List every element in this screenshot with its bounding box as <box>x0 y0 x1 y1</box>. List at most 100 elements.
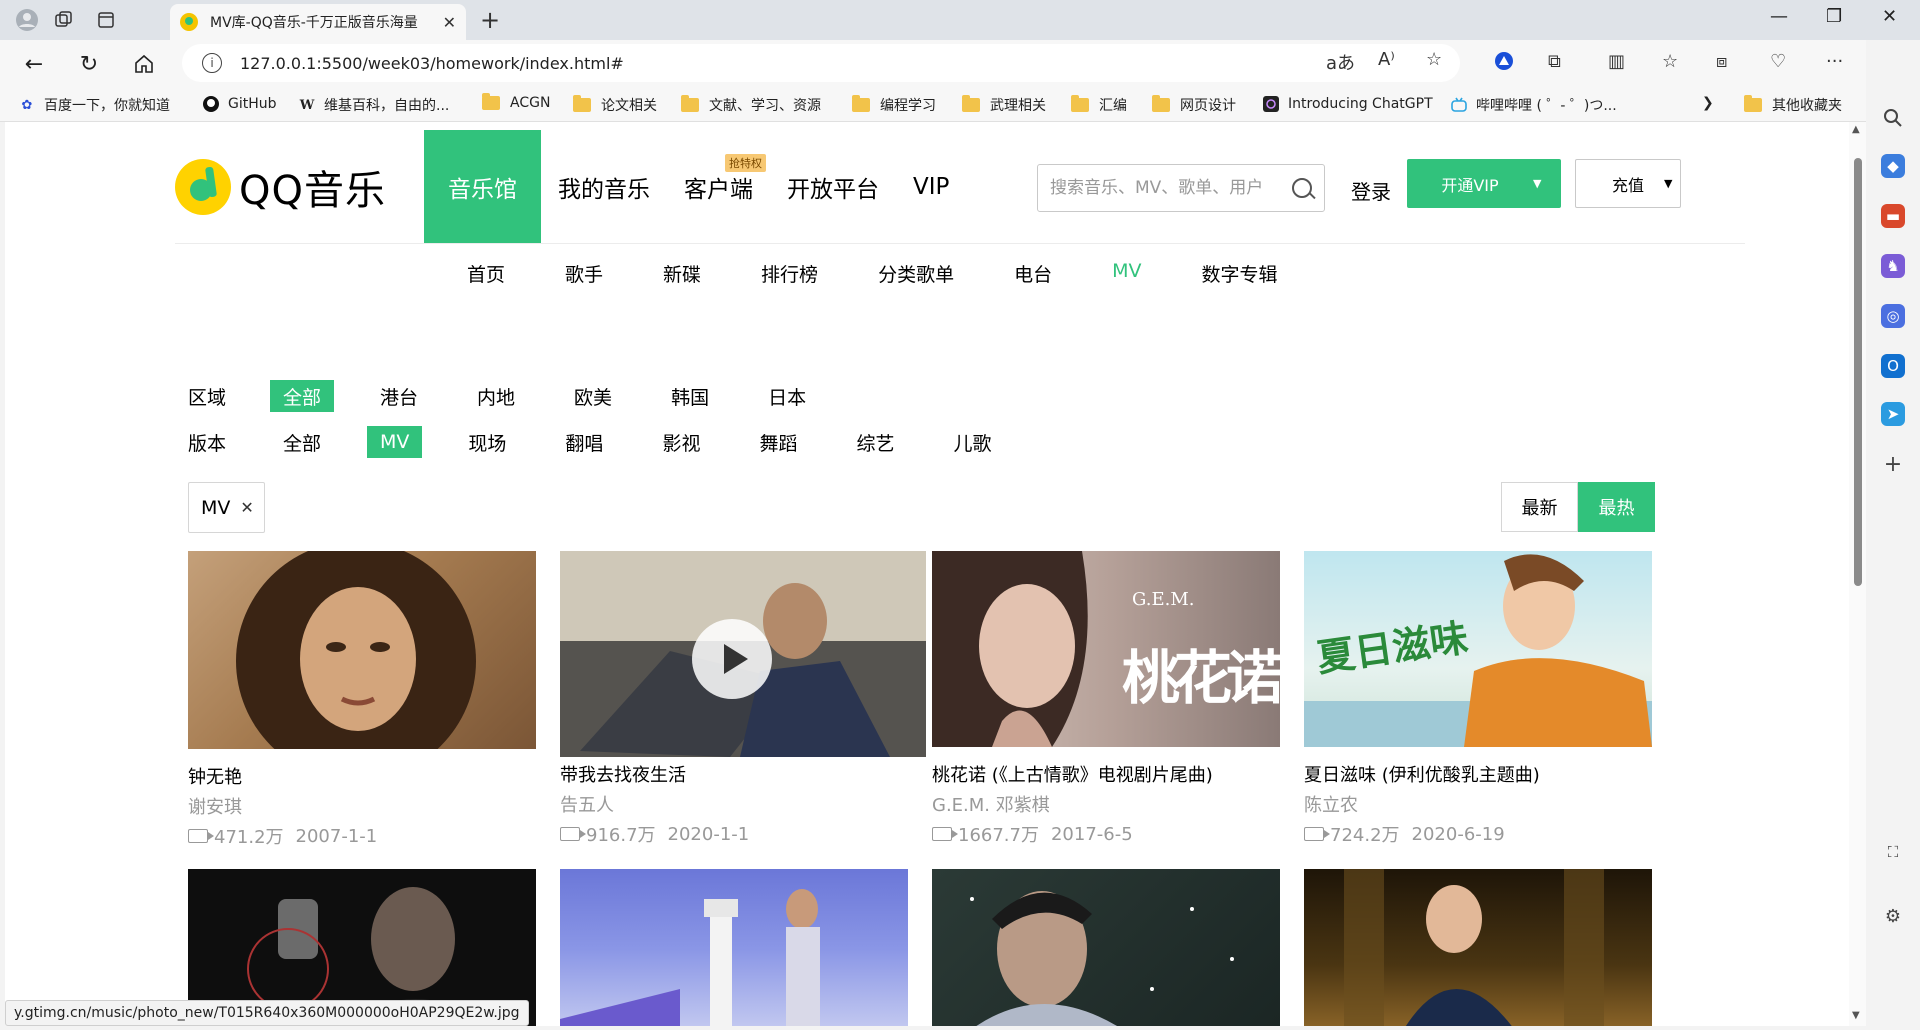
sub-nav-charts[interactable]: 排行榜 <box>761 260 818 287</box>
bookmark-other-favorites[interactable]: 其他收藏夹 <box>1744 95 1842 115</box>
play-icon[interactable] <box>692 619 772 699</box>
qq-music-logo[interactable]: QQ音乐 <box>175 158 386 216</box>
browser-essentials-icon[interactable]: ♡ <box>1770 51 1786 72</box>
bookmark-folder-papers[interactable]: 论文相关 <box>573 95 657 115</box>
scroll-down-icon[interactable]: ▼ <box>1852 1010 1860 1021</box>
top-nav-client[interactable]: 客户端 抢特权 <box>667 130 770 243</box>
more-menu-icon[interactable]: ··· <box>1826 51 1843 72</box>
address-bar[interactable]: i 127.0.0.1:5500/week03/homework/index.h… <box>182 44 1460 82</box>
site-info-icon[interactable]: i <box>202 53 222 73</box>
sort-newest-button[interactable]: 最新 <box>1501 482 1578 532</box>
search-icon[interactable] <box>1292 178 1312 198</box>
translate-icon[interactable]: a⁠あ <box>1326 49 1355 75</box>
top-nav-open-platform[interactable]: 开放平台 <box>770 130 896 243</box>
region-korea[interactable]: 韩国 <box>658 380 722 412</box>
mv-title[interactable]: 夏日滋味 (伊利优酸乳主题曲) <box>1304 761 1540 787</box>
favorite-star-icon[interactable]: ☆ <box>1426 49 1442 70</box>
page-scrollbar[interactable]: ▲ ▼ <box>1849 122 1866 1026</box>
minimize-icon[interactable]: — <box>1770 6 1788 27</box>
bookmark-wikipedia[interactable]: W 维基百科，自由的... <box>298 95 450 115</box>
mv-artist[interactable]: G.E.M. 邓紫棋 <box>932 791 1050 817</box>
mv-thumbnail[interactable] <box>560 869 908 1026</box>
sub-nav-digital-albums[interactable]: 数字专辑 <box>1201 260 1277 287</box>
bookmark-baidu[interactable]: ✿ 百度一下，你就知道 <box>18 95 170 115</box>
split-screen-icon[interactable]: ▥ <box>1608 51 1625 72</box>
mv-card[interactable]: 夏日滋味 夏日滋味 (伊利优酸乳主题曲) 陈立农 724.2万 2020-6-1… <box>1304 551 1652 851</box>
mv-artist[interactable]: 谢安琪 <box>188 793 242 819</box>
sidebar-tools-icon[interactable]: ▬ <box>1881 204 1905 228</box>
sub-nav-mv[interactable]: MV <box>1112 260 1141 287</box>
sidebar-add-icon[interactable]: + <box>1881 452 1905 477</box>
extension-icon[interactable] <box>1494 51 1514 76</box>
active-tab[interactable]: MV库-QQ音乐-千万正版音乐海量 ✕ <box>170 4 466 40</box>
mv-card[interactable] <box>560 869 908 1026</box>
version-live[interactable]: 现场 <box>455 426 519 458</box>
mv-title[interactable]: 钟无艳 <box>188 763 242 789</box>
mv-thumbnail[interactable] <box>188 551 536 749</box>
mv-card[interactable] <box>932 869 1280 1026</box>
version-variety[interactable]: 综艺 <box>843 426 907 458</box>
bookmark-folder-resources[interactable]: 文献、学习、资源 <box>681 95 821 115</box>
bookmark-chatgpt[interactable]: Introducing ChatGPT <box>1262 95 1433 113</box>
mv-thumbnail[interactable] <box>932 869 1280 1026</box>
sub-nav-playlists[interactable]: 分类歌单 <box>878 260 954 287</box>
sidebar-send-icon[interactable]: ➤ <box>1881 402 1905 426</box>
mv-thumbnail[interactable]: 夏日滋味 <box>1304 551 1652 747</box>
bookmark-folder-programming[interactable]: 编程学习 <box>852 95 936 115</box>
region-japan[interactable]: 日本 <box>755 380 819 412</box>
search-input[interactable] <box>1050 178 1280 198</box>
mv-artist[interactable]: 告五人 <box>560 791 614 817</box>
read-aloud-icon[interactable]: A⁾ <box>1378 49 1395 70</box>
version-cover[interactable]: 翻唱 <box>552 426 616 458</box>
bookmark-folder-acgn[interactable]: ACGN <box>482 93 550 111</box>
sidebar-copilot-icon[interactable]: ◎ <box>1881 304 1905 328</box>
mv-artist[interactable]: 陈立农 <box>1304 791 1358 817</box>
version-film[interactable]: 影视 <box>649 426 713 458</box>
caret-down-icon[interactable]: ▼ <box>1533 177 1541 190</box>
version-all[interactable]: 全部 <box>270 426 334 458</box>
refresh-icon[interactable]: ↻ <box>75 50 103 78</box>
bookmark-folder-assembly[interactable]: 汇编 <box>1071 95 1127 115</box>
mv-thumbnail[interactable] <box>1304 869 1652 1026</box>
mv-card[interactable]: 带我去找夜生活 告五人 916.7万 2020-1-1 <box>560 551 926 851</box>
sort-hottest-button[interactable]: 最热 <box>1578 482 1655 532</box>
scroll-up-icon[interactable]: ▲ <box>1852 124 1860 135</box>
profile-icon[interactable] <box>15 8 39 32</box>
open-vip-button[interactable]: 开通VIP ▼ <box>1407 159 1561 208</box>
region-western[interactable]: 欧美 <box>561 380 625 412</box>
top-nav-music-hall[interactable]: 音乐馆 <box>424 130 541 243</box>
sidebar-screenshot-icon[interactable]: ⛶ <box>1881 840 1905 864</box>
new-tab-icon[interactable]: + <box>480 6 500 34</box>
back-icon[interactable]: ← <box>20 50 48 78</box>
sidebar-search-icon[interactable] <box>1881 106 1905 130</box>
bookmarks-overflow-chevron-icon[interactable]: ❯ <box>1702 95 1714 111</box>
sidebar-outlook-icon[interactable]: O <box>1881 354 1905 378</box>
sidebar-settings-gear-icon[interactable]: ⚙ <box>1881 904 1905 928</box>
top-nav-my-music[interactable]: 我的音乐 <box>541 130 667 243</box>
version-kids[interactable]: 儿歌 <box>940 426 1004 458</box>
extensions-puzzle-icon[interactable]: ⧉ <box>1548 51 1561 72</box>
tab-actions-icon[interactable] <box>94 8 118 32</box>
mv-thumbnail[interactable] <box>560 551 926 757</box>
sub-nav-singers[interactable]: 歌手 <box>565 260 603 287</box>
restore-icon[interactable]: ❐ <box>1826 6 1842 27</box>
sub-nav-home[interactable]: 首页 <box>467 260 505 287</box>
workspaces-icon[interactable] <box>52 8 76 32</box>
bookmark-folder-webdesign[interactable]: 网页设计 <box>1152 95 1236 115</box>
region-mainland[interactable]: 内地 <box>464 380 528 412</box>
favorites-icon[interactable]: ☆ <box>1662 51 1678 72</box>
mv-title[interactable]: 桃花诺 (《上古情歌》电视剧片尾曲) <box>932 761 1213 787</box>
bookmark-github[interactable]: GitHub <box>202 95 277 113</box>
close-window-icon[interactable]: ✕ <box>1882 6 1897 27</box>
mv-title[interactable]: 带我去找夜生活 <box>560 761 686 787</box>
sub-nav-new-albums[interactable]: 新碟 <box>663 260 701 287</box>
mv-card[interactable]: G.E.M. 桃花诺 桃花诺 (《上古情歌》电视剧片尾曲) G.E.M. 邓紫棋… <box>932 551 1280 851</box>
home-icon[interactable] <box>130 50 158 78</box>
sub-nav-radio[interactable]: 电台 <box>1014 260 1052 287</box>
recharge-button[interactable]: 充值 ▼ <box>1575 159 1681 208</box>
sidebar-shopping-icon[interactable]: ◆ <box>1881 154 1905 178</box>
bookmark-folder-whut[interactable]: 武理相关 <box>962 95 1046 115</box>
region-hk-tw[interactable]: 港台 <box>367 380 431 412</box>
bookmark-bilibili[interactable]: 哔哩哔哩 ( ゜- ゜)つ... <box>1450 95 1617 115</box>
sidebar-games-icon[interactable]: ♞ <box>1881 254 1905 278</box>
